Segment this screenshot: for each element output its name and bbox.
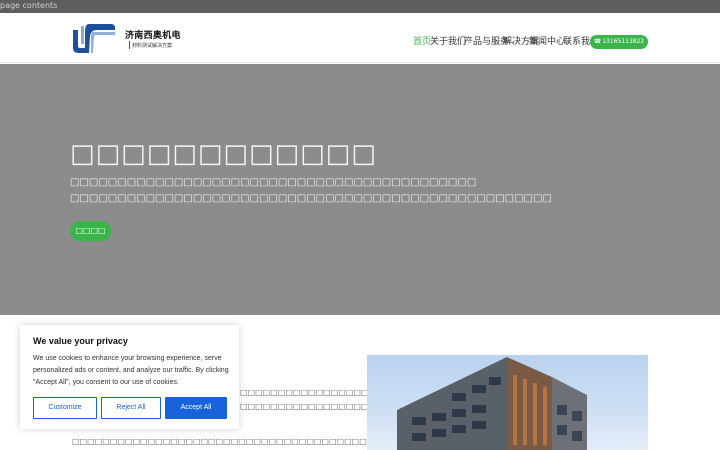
building-illustration (397, 357, 587, 450)
brand-name: 济南西奥机电 (125, 31, 181, 41)
hero-title: □□□□□□□□□□□□ (70, 139, 377, 169)
hero-description-line-2: □□□□□□□□□□□□□□□□□□□□□□□□□□□□□□□□□□□□□□□□… (70, 193, 552, 204)
nav-item-label: 新闻中心 (529, 37, 566, 47)
site-header: 济南西奥机电 材料测试解决方案 首页 关于我们⌄ 产品与服务⌄ 解决方案 新闻中… (0, 13, 720, 63)
nav-item-label: 首页 (413, 37, 432, 47)
customize-button[interactable]: Customize (33, 397, 97, 419)
phone-number: 13165113822 (602, 38, 645, 45)
top-strip: page contents (0, 0, 720, 13)
company-logo-icon[interactable] (71, 22, 117, 54)
hero-cta-button[interactable]: □□□□ (70, 221, 111, 241)
brand-tagline: 材料测试解决方案 (132, 43, 173, 49)
cookie-consent-dialog: We value your privacy We use cookies to … (20, 325, 239, 429)
phone-button[interactable]: ☎13165113822 (590, 35, 648, 49)
nav-item-label: 关于我们 (430, 37, 467, 47)
nav-item-home[interactable]: 首页 (413, 35, 431, 49)
building-photo (367, 355, 648, 450)
accept-all-button[interactable]: Accept All (165, 397, 227, 419)
hero-banner: □□□□□□□□□□□□ □□□□□□□□□□□□□□□□□□□□□□□□□□□… (0, 64, 720, 315)
brand-divider (129, 41, 130, 49)
top-strip-text: page contents (0, 1, 58, 10)
cookie-description: We use cookies to enhance your browsing … (33, 355, 229, 386)
phone-icon: ☎ (593, 38, 602, 45)
hero-description-line-1: □□□□□□□□□□□□□□□□□□□□□□□□□□□□□□□□□□□□□□□□… (70, 177, 477, 188)
cookie-title: We value your privacy (33, 336, 128, 346)
reject-all-button[interactable]: Reject All (101, 397, 161, 419)
